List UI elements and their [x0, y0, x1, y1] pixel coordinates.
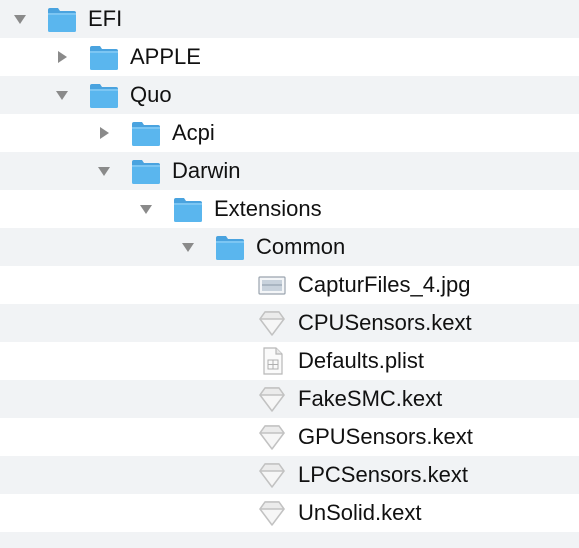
tree-row-extensions[interactable]: Extensions: [0, 190, 579, 228]
tree-row-label: Quo: [130, 82, 172, 107]
tree-row-fakesmc-kext[interactable]: FakeSMC.kext: [0, 380, 579, 418]
tree-row-label: CapturFiles_4.jpg: [298, 272, 471, 297]
tree-row-label: LPCSensors.kext: [298, 462, 468, 487]
kext-icon: [256, 498, 288, 528]
disclosure-triangle-down-icon[interactable]: [96, 163, 112, 179]
disclosure-triangle-down-icon[interactable]: [54, 87, 70, 103]
tree-row-label: Defaults.plist: [298, 348, 424, 373]
tree-row-efi[interactable]: EFI: [0, 0, 579, 38]
folder-icon: [130, 118, 162, 148]
disclosure-triangle-down-icon[interactable]: [180, 239, 196, 255]
tree-row-lpcsensors-kext[interactable]: LPCSensors.kext: [0, 456, 579, 494]
plist-file-icon: [256, 346, 288, 376]
disclosure-triangle-right-icon[interactable]: [96, 125, 112, 141]
disclosure-triangle-right-icon[interactable]: [54, 49, 70, 65]
tree-row-label: APPLE: [130, 44, 201, 69]
tree-row-label: Acpi: [172, 120, 215, 145]
folder-icon: [172, 194, 204, 224]
folder-icon: [88, 80, 120, 110]
tree-row-label: FakeSMC.kext: [298, 386, 443, 411]
tree-row-capturfiles-4-jpg[interactable]: CapturFiles_4.jpg: [0, 266, 579, 304]
image-file-icon: [256, 270, 288, 300]
file-tree: EFI APPLE Quo Acpi Darwin Extensions Common Cap…: [0, 0, 579, 548]
tree-row-label: Extensions: [214, 196, 322, 221]
tree-row-common[interactable]: Common: [0, 228, 579, 266]
folder-icon: [214, 232, 246, 262]
kext-icon: [256, 308, 288, 338]
kext-icon: [256, 460, 288, 490]
kext-icon: [256, 422, 288, 452]
tree-row-darwin[interactable]: Darwin: [0, 152, 579, 190]
tree-row-gpusensors-kext[interactable]: GPUSensors.kext: [0, 418, 579, 456]
folder-icon: [46, 4, 78, 34]
tree-row-label: EFI: [88, 6, 123, 31]
tree-row-label: GPUSensors.kext: [298, 424, 473, 449]
kext-icon: [256, 384, 288, 414]
tree-row-defaults-plist[interactable]: Defaults.plist: [0, 342, 579, 380]
tree-row-apple[interactable]: APPLE: [0, 38, 579, 76]
tree-row-label: UnSolid.kext: [298, 500, 422, 525]
disclosure-triangle-down-icon[interactable]: [138, 201, 154, 217]
tree-row-label: CPUSensors.kext: [298, 310, 472, 335]
tree-empty-row: [0, 532, 579, 548]
disclosure-triangle-down-icon[interactable]: [12, 11, 28, 27]
tree-row-unsolid-kext[interactable]: UnSolid.kext: [0, 494, 579, 532]
tree-row-cpusensors-kext[interactable]: CPUSensors.kext: [0, 304, 579, 342]
tree-row-label: Common: [256, 234, 346, 259]
folder-icon: [88, 42, 120, 72]
tree-row-quo[interactable]: Quo: [0, 76, 579, 114]
tree-row-label: Darwin: [172, 158, 241, 183]
tree-row-acpi[interactable]: Acpi: [0, 114, 579, 152]
folder-icon: [130, 156, 162, 186]
